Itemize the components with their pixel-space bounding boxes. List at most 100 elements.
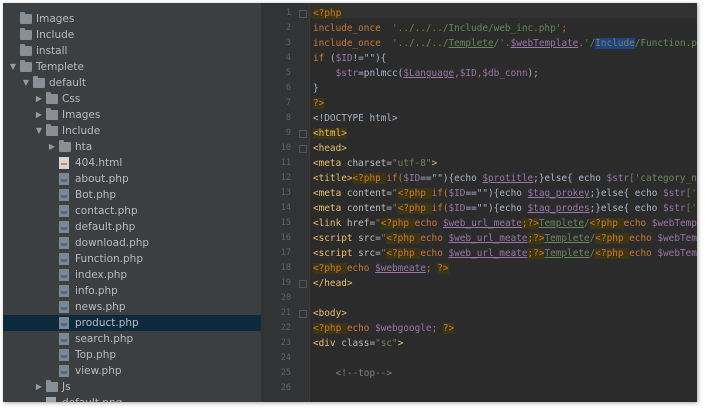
tree-file[interactable]: Function.php [3,251,261,267]
tree-folder[interactable]: ▼ Templete [3,59,261,75]
line-number: 13 [280,188,291,198]
tree-file[interactable]: index.php [3,267,261,283]
code-line: <script src="<?php echo $web_url_meate;?… [313,231,697,246]
code-token: <?php [397,188,432,199]
code-token: Templete [544,233,590,244]
fold-marker-icon[interactable] [299,130,307,138]
line-number: 17 [280,248,291,258]
fold-marker-icon[interactable] [299,280,307,288]
tree-file[interactable]: Top.php [3,347,261,363]
code-token: $protitle [482,173,534,184]
tree-file[interactable]: default.php [3,219,261,235]
code-token: class= [341,338,376,349]
code-token: $webTemplat [651,218,697,229]
php-file-icon [59,317,69,329]
folder-icon [20,44,32,56]
code-token: ;}else{ echo [533,173,607,184]
code-token: content= [346,203,393,214]
tree-file[interactable]: download.php [3,235,261,251]
code-token: echo [346,323,376,334]
chevron-right-icon[interactable]: ▶ [34,91,44,107]
line-number: 12 [280,173,291,183]
chevron-down-icon[interactable]: ▼ [21,75,31,91]
code-token: $web_url_meate [442,218,522,229]
code-token: $Language [403,68,455,79]
code-token: $str [663,188,686,199]
tree-folder[interactable]: ▶ hta [3,139,261,155]
code-token: src= [358,248,381,259]
code-line: } [313,81,319,96]
tree-folder[interactable]: ▼ Include [3,123,261,139]
tree-item-label: search.php [75,333,134,345]
tree-folder[interactable]: ▶ Css [3,91,261,107]
tree-folder[interactable]: Images [3,11,261,27]
code-token: $web_url_meate [448,233,528,244]
tree-file[interactable]: contact.php [3,203,261,219]
code-token: content= [346,188,393,199]
code-token: Templete [448,38,494,49]
tree-folder[interactable]: Include [3,27,261,43]
tree-file[interactable]: Bot.php [3,187,261,203]
code-token: <head> [313,143,347,154]
chevron-right-icon[interactable]: ▶ [34,379,44,395]
tree-item-label: hta [75,141,93,153]
php-file-icon [59,349,69,361]
tree-file[interactable]: search.php [3,331,261,347]
code-token: $ID [448,203,466,214]
line-number: 8 [285,113,291,123]
code-token: $webTempla [657,233,697,244]
line-number: 4 [285,53,291,63]
tree-folder[interactable]: install [3,43,261,59]
code-token: <?php [352,173,387,184]
code-line: <!--top--> [313,366,392,381]
tree-file[interactable]: about.php [3,171,261,187]
code-token: $ID [448,188,466,199]
tree-file[interactable]: news.php [3,299,261,315]
fold-marker-icon[interactable] [299,145,307,153]
code-line: </head> [313,276,353,291]
tree-item-label: 404.html [75,157,123,169]
tree-file[interactable]: view.php [3,363,261,379]
tree-file[interactable]: default.png [3,395,261,402]
line-number: 23 [280,338,291,348]
code-token: $str [335,68,359,79]
tree-folder[interactable]: ▼ default [3,75,261,91]
code-token: ;}else{ echo [589,188,663,199]
code-token: echo [414,218,443,229]
tree-file[interactable]: info.php [3,283,261,299]
fold-marker-icon[interactable] [299,10,307,18]
code-token: ['cat [685,188,697,199]
code-token: $ID [403,173,421,184]
line-number: 2 [285,23,291,33]
code-token: <?php [386,248,421,259]
tree-item-label: default.php [75,221,136,233]
code-editor[interactable]: <?php include_once '../../../Include/web_… [310,3,697,402]
line-number: 20 [280,293,291,303]
code-token: $tag_prokey [527,188,590,199]
tree-item-label: Images [62,109,101,121]
fold-marker-icon[interactable] [299,310,307,318]
code-token: Templete [538,218,584,229]
code-line: <?php echo $webmeate; ?> [313,261,449,276]
tree-folder[interactable]: ▶ Js [3,379,261,395]
code-token: "sc" [375,338,398,349]
code-token: '../../../Include/web_inc.php' [392,23,562,34]
chevron-down-icon[interactable]: ▼ [8,59,18,75]
tree-folder[interactable]: ▶ Images [3,107,261,123]
tree-file[interactable]: product.php [3,315,261,331]
code-line: <!DOCTYPE html> [313,111,398,126]
code-token: ;?> [521,218,539,229]
chevron-right-icon[interactable]: ▶ [34,107,44,123]
tree-file[interactable]: 404.html [3,155,261,171]
code-line: <?php [313,6,342,21]
code-token: ); [527,68,539,79]
chevron-right-icon[interactable]: ▶ [47,139,57,155]
php-file-icon [59,237,69,249]
code-token: } [313,83,319,94]
code-token: Templete [544,248,590,259]
folder-icon [46,108,58,120]
code-token: <script [313,248,359,259]
code-token: $ID [459,68,477,79]
code-token: $db_conn [482,68,528,79]
chevron-down-icon[interactable]: ▼ [34,123,44,139]
